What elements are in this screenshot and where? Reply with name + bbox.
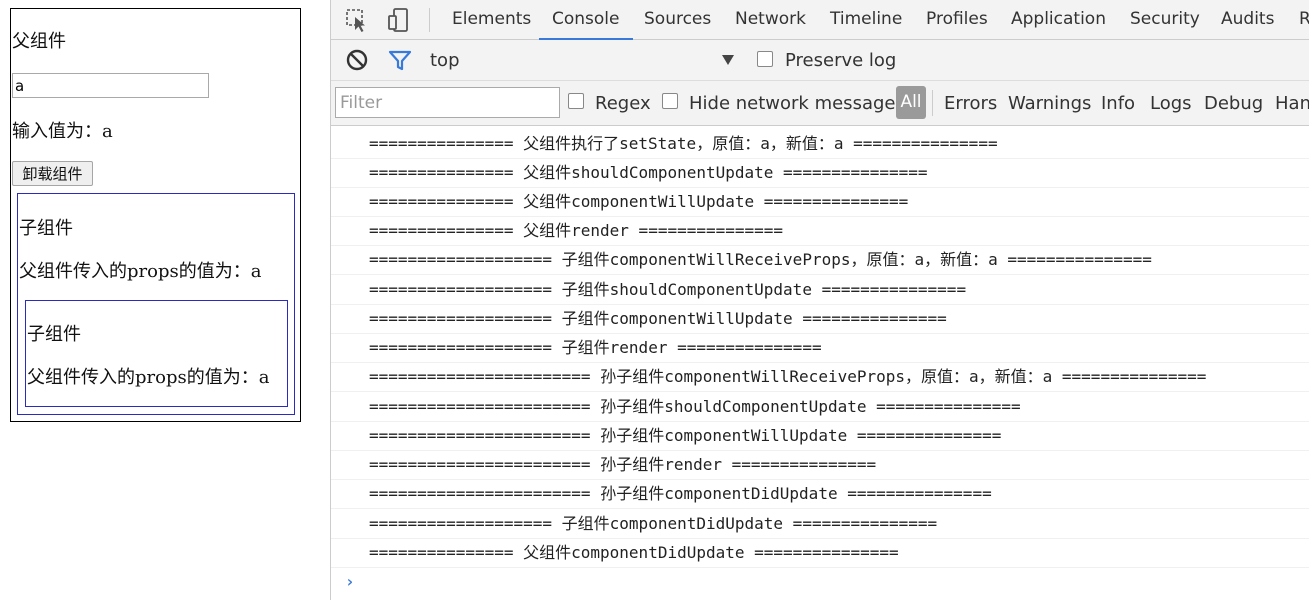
device-toolbar-icon[interactable]: [385, 6, 413, 34]
child-component-title: 子组件: [19, 218, 73, 239]
hide-network-checkbox[interactable]: [662, 93, 678, 109]
console-log-line: =============== 父组件执行了setState，原值：a，新值：a…: [331, 130, 1309, 159]
parent-input-value-text: 输入值为：a: [12, 121, 113, 142]
console-log-line: =================== 子组件shouldComponentUp…: [331, 276, 1309, 305]
console-log-line: ======================= 孙子组件componentDid…: [331, 480, 1309, 509]
console-log-line: ======================= 孙子组件componentWil…: [331, 363, 1309, 392]
react-demo-page: 父组件 输入值为：a 卸载组件 子组件 父组件传入的props的值为：a 子组件…: [10, 8, 301, 422]
devtools-tab-bar: Elements Console Sources Network Timelin…: [331, 0, 1309, 40]
hide-network-label: Hide network messages: [689, 93, 905, 114]
tab-network[interactable]: Network: [735, 0, 806, 40]
tabbar-divider: [429, 8, 430, 32]
tab-elements[interactable]: Elements: [452, 0, 531, 40]
console-log-line: ======================= 孙子组件componentWil…: [331, 422, 1309, 451]
context-selector[interactable]: top: [430, 50, 460, 71]
console-filter-input[interactable]: [335, 87, 560, 118]
tab-application[interactable]: Application: [1011, 0, 1106, 40]
console-filter-bar: Regex Hide network messages All Errors W…: [331, 81, 1309, 126]
console-output[interactable]: =============== 父组件执行了setState，原值：a，新值：a…: [331, 126, 1309, 600]
tab-sources[interactable]: Sources: [644, 0, 711, 40]
console-log-line: =============== 父组件componentDidUpdate ==…: [331, 539, 1309, 568]
grandchild-props-text: 父组件传入的props的值为：a: [27, 367, 270, 388]
grandchild-component-title: 子组件: [27, 324, 81, 345]
console-log-line: ======================= 孙子组件shouldCompon…: [331, 393, 1309, 422]
regex-label: Regex: [595, 93, 651, 114]
regex-checkbox[interactable]: [568, 93, 584, 109]
filter-funnel-icon[interactable]: [388, 48, 416, 76]
console-log-line: =================== 子组件render ==========…: [331, 334, 1309, 363]
console-log-line: =============== 父组件componentWillUpdate =…: [331, 188, 1309, 217]
level-info[interactable]: Info: [1101, 81, 1135, 126]
context-dropdown-arrow-icon[interactable]: [720, 52, 736, 68]
level-warnings[interactable]: Warnings: [1008, 81, 1091, 126]
level-logs[interactable]: Logs: [1150, 81, 1192, 126]
preserve-log-label: Preserve log: [785, 50, 897, 71]
console-toolbar: top Preserve log: [331, 40, 1309, 81]
tab-timeline[interactable]: Timeline: [830, 0, 902, 40]
console-log-line: ======================= 孙子组件render =====…: [331, 451, 1309, 480]
console-log-line: =================== 子组件componentDidUpdat…: [331, 510, 1309, 539]
parent-component-title: 父组件: [12, 31, 66, 52]
level-debug[interactable]: Debug: [1204, 81, 1263, 126]
filter-divider: [932, 90, 933, 116]
preserve-log-checkbox[interactable]: [757, 51, 773, 67]
level-all-button[interactable]: All: [896, 86, 926, 119]
level-handled[interactable]: Han: [1275, 81, 1309, 126]
tab-overflow[interactable]: R: [1299, 0, 1309, 40]
tab-console[interactable]: Console: [539, 0, 633, 40]
console-log-line: =============== 父组件shouldComponentUpdate…: [331, 159, 1309, 188]
devtools-panel: Elements Console Sources Network Timelin…: [330, 0, 1309, 600]
level-errors[interactable]: Errors: [944, 81, 997, 126]
console-prompt-icon[interactable]: ›: [345, 572, 355, 591]
tab-profiles[interactable]: Profiles: [926, 0, 988, 40]
console-log-line: =================== 子组件componentWillUpda…: [331, 305, 1309, 334]
clear-console-icon[interactable]: [345, 48, 373, 76]
inspect-element-icon[interactable]: [343, 6, 371, 34]
child-component-box: 子组件 父组件传入的props的值为：a 子组件 父组件传入的props的值为：…: [17, 193, 295, 415]
grandchild-component-box: 子组件 父组件传入的props的值为：a: [25, 300, 288, 407]
console-log-line: =============== 父组件render ==============…: [331, 217, 1309, 246]
parent-text-input[interactable]: [12, 73, 209, 98]
tab-security[interactable]: Security: [1130, 0, 1200, 40]
child-props-text: 父组件传入的props的值为：a: [19, 261, 262, 282]
console-log-line: =================== 子组件componentWillRece…: [331, 246, 1309, 275]
tab-audits[interactable]: Audits: [1221, 0, 1274, 40]
unmount-component-button[interactable]: 卸载组件: [12, 161, 93, 186]
